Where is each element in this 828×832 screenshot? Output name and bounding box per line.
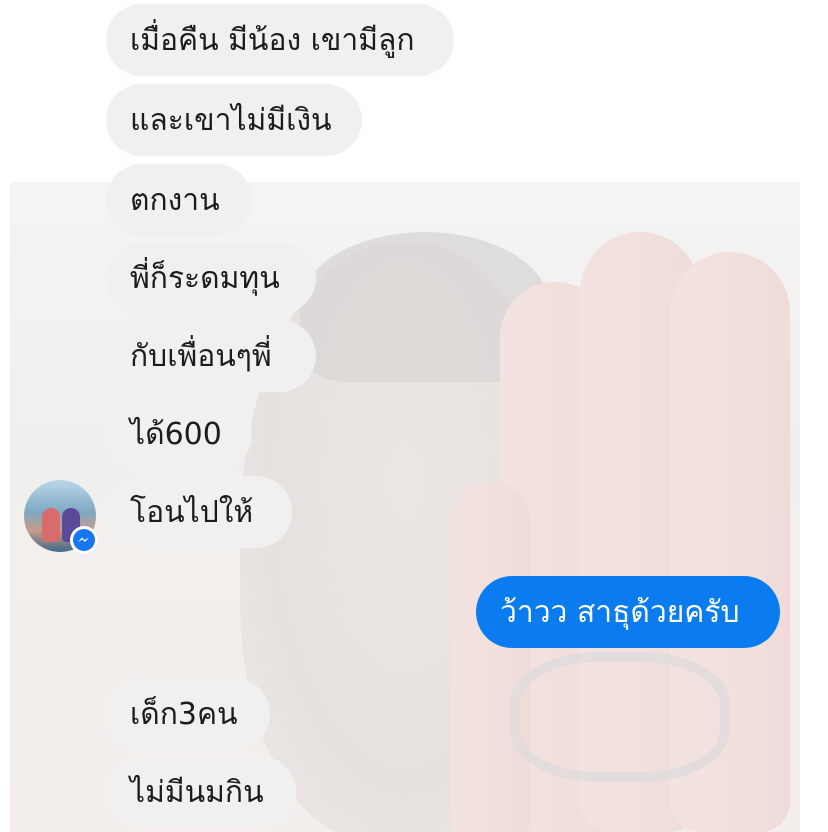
background-finger: [450, 482, 530, 832]
message-text: กับเพื่อนๆพี่: [130, 338, 272, 374]
message-text: ตกงาน: [130, 182, 220, 218]
avatar-figure: [42, 508, 60, 542]
message-text: ว้าวว สาธุด้วยครับ: [500, 594, 740, 630]
message-text: พี่ก็ระดมทุน: [130, 260, 280, 296]
received-message[interactable]: ไม่มีนมกิน: [106, 756, 296, 828]
background-ring: [510, 652, 730, 782]
sent-message[interactable]: ว้าวว สาธุด้วยครับ: [476, 576, 780, 648]
message-text: ไม่มีนมกิน: [130, 774, 264, 810]
received-message[interactable]: และเขาไม่มีเงิน: [106, 84, 362, 156]
received-message[interactable]: ได้600: [106, 398, 252, 470]
received-message[interactable]: เมื่อคืน มีน้อง เขามีลูก: [106, 4, 454, 76]
message-text: เด็ก3คน: [130, 696, 238, 732]
received-message[interactable]: เด็ก3คน: [106, 678, 270, 750]
messenger-badge: [70, 526, 98, 554]
received-message[interactable]: ตกงาน: [106, 164, 252, 236]
message-text: โอนไปให้: [130, 494, 254, 530]
messenger-icon: [73, 529, 95, 551]
received-message[interactable]: กับเพื่อนๆพี่: [106, 320, 316, 392]
message-text: และเขาไม่มีเงิน: [130, 102, 332, 138]
received-message[interactable]: พี่ก็ระดมทุน: [106, 242, 316, 314]
message-text: เมื่อคืน มีน้อง เขามีลูก: [130, 22, 415, 58]
received-message[interactable]: โอนไปให้: [106, 476, 292, 548]
message-text: ได้600: [130, 416, 222, 452]
